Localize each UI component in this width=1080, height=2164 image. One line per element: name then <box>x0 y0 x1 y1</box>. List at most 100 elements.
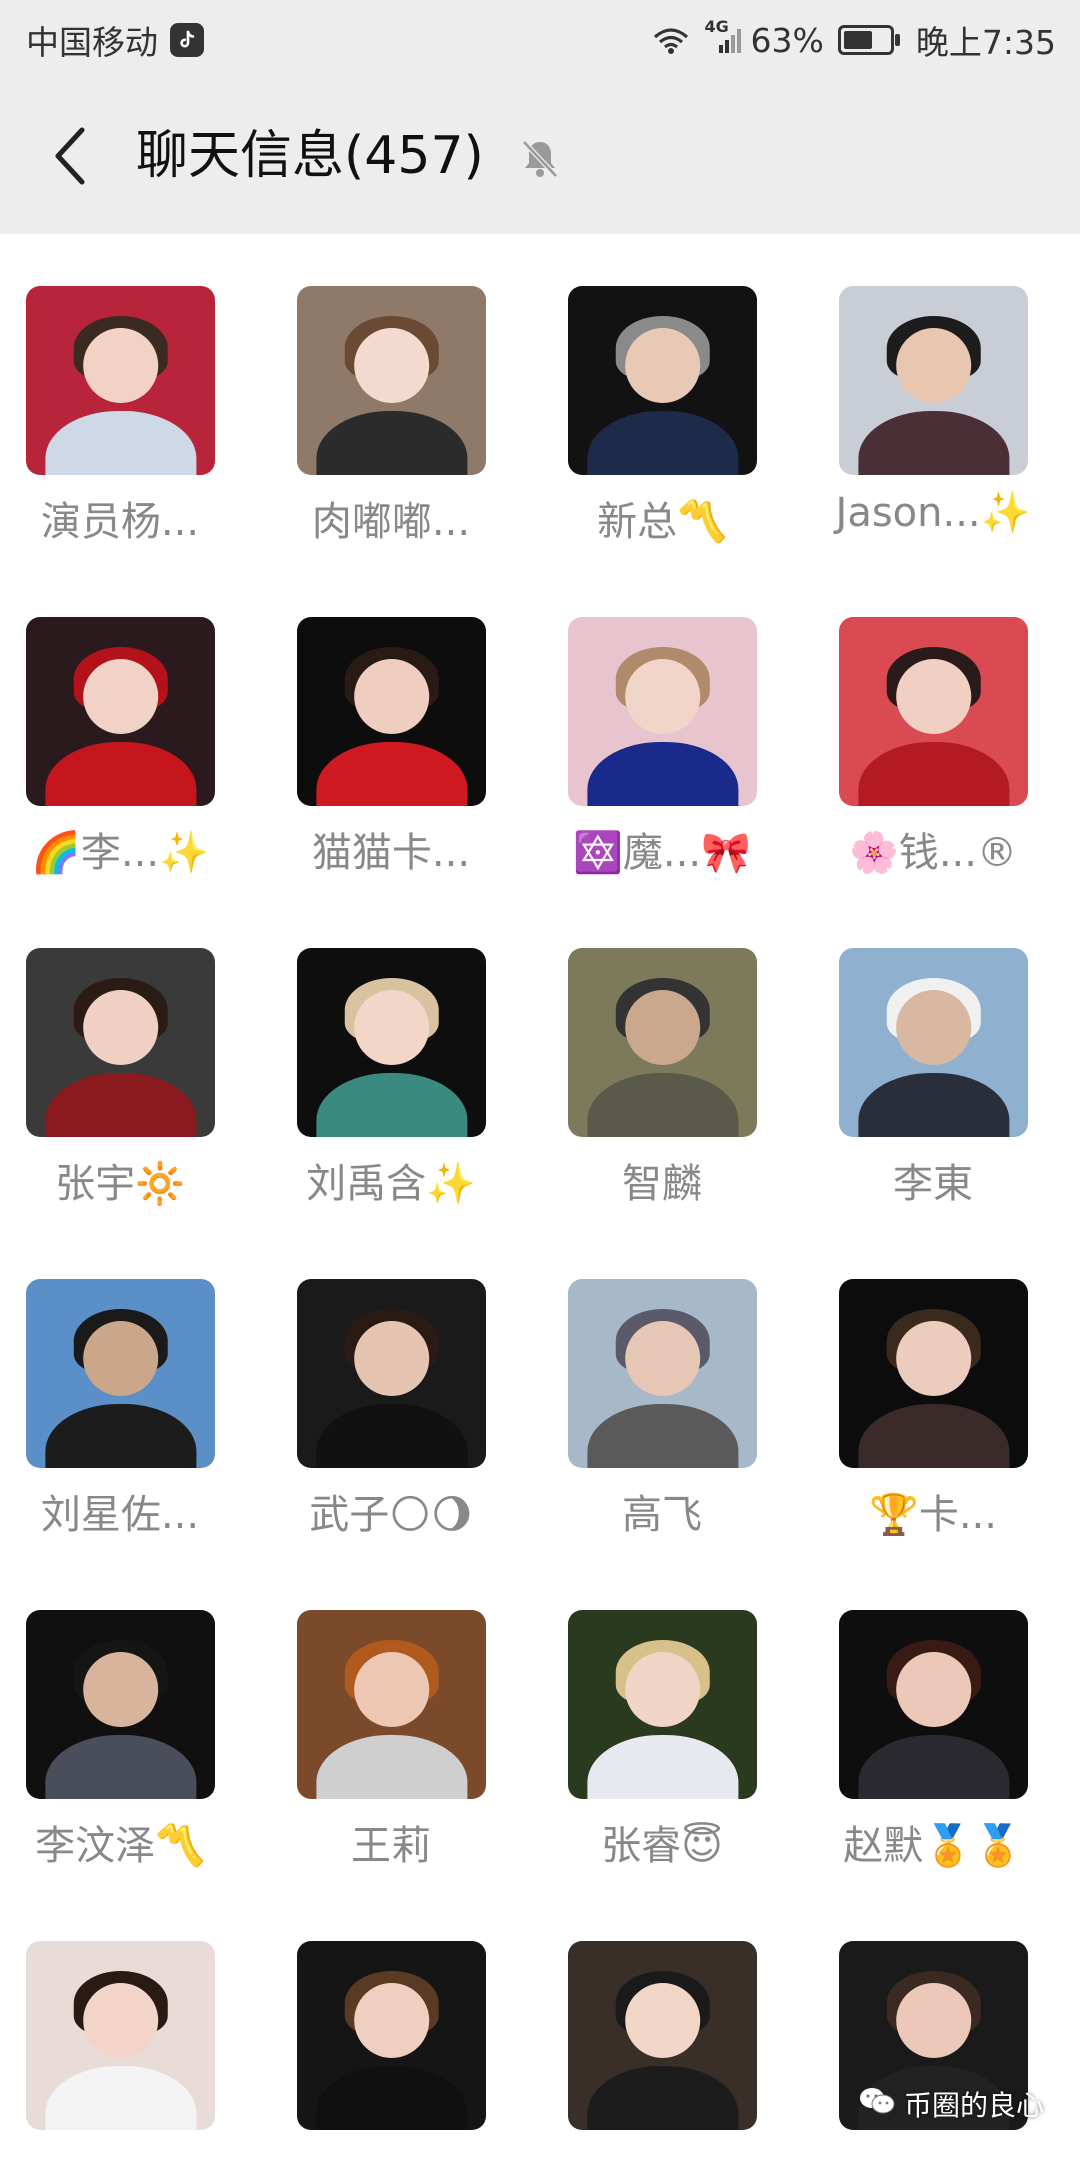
carrier-label: 中国移动 <box>26 23 158 62</box>
avatar-figure-body <box>857 1403 1010 1468</box>
avatar-figure-head <box>353 1651 430 1728</box>
member-item[interactable]: Jason...✨ <box>823 219 1033 536</box>
avatar-figure-head <box>353 327 430 404</box>
avatar-figure-body <box>586 1734 739 1799</box>
member-item[interactable]: 张睿😇 <box>552 1543 762 1869</box>
avatar-figure-body <box>315 2065 468 2130</box>
member-avatar[interactable] <box>568 286 757 475</box>
avatar-figure-body <box>586 1403 739 1468</box>
member-avatar[interactable] <box>297 1941 486 2130</box>
back-button[interactable] <box>40 118 100 194</box>
avatar-figure-body <box>586 2065 739 2130</box>
mute-bell-icon <box>518 136 562 184</box>
member-avatar[interactable] <box>297 1610 486 1799</box>
member-avatar[interactable] <box>26 948 215 1137</box>
avatar-figure-body <box>315 741 468 806</box>
battery-percent: 63% <box>750 20 824 60</box>
avatar-figure-head <box>624 989 701 1066</box>
member-item[interactable]: 张宇🔆 <box>10 881 220 1207</box>
member-name: 智麟 <box>622 1161 702 1207</box>
member-item[interactable]: 🌈李...✨ <box>10 550 220 876</box>
member-name: 武子🌕🌖 <box>309 1492 473 1538</box>
member-item[interactable]: 李汶泽〽️ <box>10 1543 220 1869</box>
wechat-icon <box>858 2086 896 2123</box>
avatar-figure-body <box>44 2065 197 2130</box>
member-name: 演员杨... <box>40 499 200 545</box>
avatar-figure-head <box>82 658 159 735</box>
avatar-figure-head <box>624 327 701 404</box>
member-name: Jason...✨ <box>835 490 1031 536</box>
member-avatar[interactable] <box>568 1610 757 1799</box>
member-name: 刘禹含✨ <box>306 1161 476 1207</box>
member-avatar[interactable] <box>839 1279 1028 1468</box>
member-avatar[interactable] <box>839 286 1028 475</box>
member-item[interactable] <box>10 1874 220 2164</box>
member-name: 肉嘟嘟... <box>311 499 471 545</box>
avatar-figure-head <box>895 1320 972 1397</box>
member-item[interactable] <box>552 1874 762 2164</box>
member-name: 新总〽️ <box>597 499 727 545</box>
member-avatar[interactable] <box>26 1279 215 1468</box>
member-item[interactable]: 新总〽️ <box>552 219 762 545</box>
avatar-figure-body <box>857 741 1010 806</box>
member-item[interactable]: 王莉 <box>281 1543 491 1869</box>
member-name: 🌸钱...® <box>849 830 1017 876</box>
member-avatar[interactable] <box>297 1279 486 1468</box>
avatar-figure-body <box>586 1072 739 1137</box>
wechat-watermark: 币圈的良心 <box>858 2084 1044 2124</box>
member-item[interactable]: 🏆卡... <box>823 1212 1033 1538</box>
member-avatar[interactable] <box>26 617 215 806</box>
member-item[interactable]: 刘星佐... <box>10 1212 220 1538</box>
member-avatar[interactable] <box>839 948 1028 1137</box>
page-title: 聊天信息(457) <box>136 126 484 186</box>
member-item[interactable]: 李東 <box>823 881 1033 1207</box>
avatar-figure-head <box>353 1320 430 1397</box>
network-type-label: 4G <box>704 17 729 36</box>
chevron-left-icon <box>55 127 85 185</box>
member-name: 张睿😇 <box>601 1823 723 1869</box>
member-avatar[interactable] <box>297 948 486 1137</box>
member-avatar[interactable] <box>26 1941 215 2130</box>
member-name: 猫猫卡... <box>311 830 471 876</box>
member-item[interactable]: 武子🌕🌖 <box>281 1212 491 1538</box>
member-avatar[interactable] <box>568 1941 757 2130</box>
member-avatar[interactable] <box>839 1610 1028 1799</box>
member-avatar[interactable] <box>26 1610 215 1799</box>
member-item[interactable]: 赵默🏅🏅 <box>823 1543 1033 1869</box>
avatar-figure-head <box>624 658 701 735</box>
avatar-figure-head <box>895 1982 972 2059</box>
avatar-figure-body <box>857 1072 1010 1137</box>
member-name: 🌈李...✨ <box>31 830 209 876</box>
avatar-figure-body <box>586 410 739 475</box>
member-avatar[interactable] <box>568 617 757 806</box>
member-name: 李東 <box>893 1161 973 1207</box>
member-avatar[interactable] <box>26 286 215 475</box>
clock: 晚上7:35 <box>915 23 1056 62</box>
chat-info-header: 聊天信息(457) <box>0 76 1080 234</box>
avatar-figure-head <box>82 1982 159 2059</box>
member-item[interactable]: 智麟 <box>552 881 762 1207</box>
avatar-figure-body <box>44 1403 197 1468</box>
member-item[interactable]: 演员杨... <box>10 219 220 545</box>
member-item[interactable]: 刘禹含✨ <box>281 881 491 1207</box>
avatar-figure-head <box>895 989 972 1066</box>
member-avatar[interactable] <box>297 617 486 806</box>
avatar-figure-body <box>44 410 197 475</box>
member-item[interactable]: 高飞 <box>552 1212 762 1538</box>
member-item[interactable]: 猫猫卡... <box>281 550 491 876</box>
member-item[interactable]: 肉嘟嘟... <box>281 219 491 545</box>
member-avatar[interactable] <box>568 948 757 1137</box>
avatar-figure-head <box>895 658 972 735</box>
member-avatar[interactable] <box>297 286 486 475</box>
avatar-figure-head <box>895 1651 972 1728</box>
member-item[interactable]: 🔯魔...🎀 <box>552 550 762 876</box>
member-name: 赵默🏅🏅 <box>843 1823 1023 1869</box>
avatar-figure-body <box>315 410 468 475</box>
status-bar: 中国移动 4G 63% 晚上7:35 <box>0 0 1080 76</box>
avatar-figure-head <box>82 1651 159 1728</box>
member-avatar[interactable] <box>839 617 1028 806</box>
avatar-figure-body <box>315 1403 468 1468</box>
member-avatar[interactable] <box>568 1279 757 1468</box>
member-item[interactable]: 🌸钱...® <box>823 550 1033 876</box>
member-item[interactable] <box>281 1874 491 2164</box>
